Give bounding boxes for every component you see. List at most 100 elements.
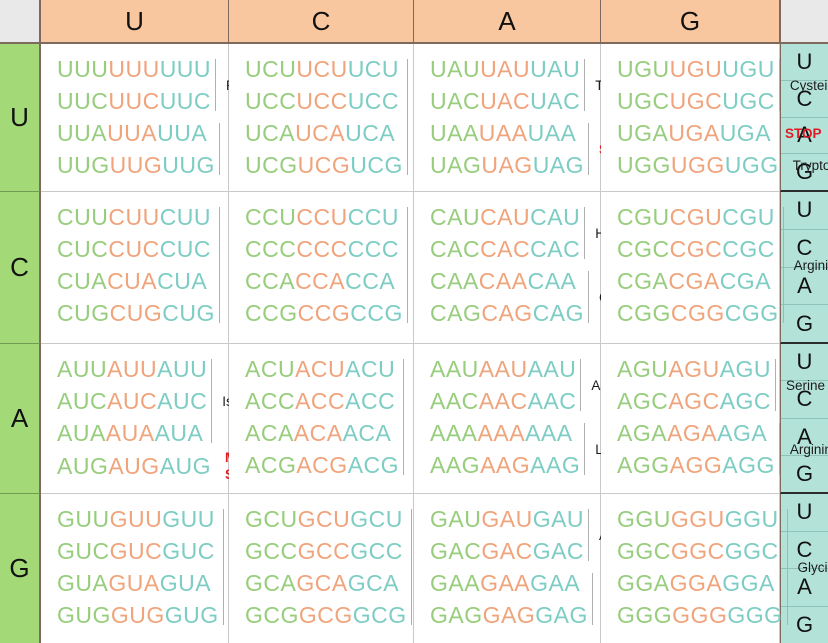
codon: CGCCGCCGC [617,233,779,265]
codon: GGAGGAGGA [617,567,783,599]
codon-base-2: ACU [295,356,346,382]
codon-cell-aa: AAUAAUAAUAACAACAACAsparagineAAAAAAAAAAAG… [414,344,660,494]
codon-base-1: GCG [245,602,299,628]
codon-base-2: GAA [480,570,531,596]
codon: AAGAAGAAG [430,449,580,481]
codon-base-3: UGU [722,56,775,82]
row-header-g: G [0,494,41,643]
codon: ACGACGACG [245,449,399,481]
codon-base-2: GGA [669,570,723,596]
codon: AUUAUUAUU [57,353,207,385]
group-bracket [584,59,586,111]
codon-base-1: AUG [57,453,109,479]
third-base-column: UCAG [780,344,828,494]
codon-base-2: AUU [107,356,158,382]
codon-base-3: AAA [525,420,573,446]
codon: AGGAGGAGG [617,449,775,481]
codon-base-1: GUC [57,538,110,564]
codon-base-2: CCA [295,268,346,294]
codon-base-3: AUU [157,356,208,382]
codon-base-2: UCG [297,152,351,178]
codon-base-2: GUC [109,538,163,564]
codon-base-2: CGU [669,204,723,230]
codon: UUGUUGUUG [57,149,215,181]
codon-base-3: ACC [345,388,396,414]
codon-base-1: CCG [245,300,298,326]
group-bracket [588,271,590,323]
codon: GCUGCUGCU [245,503,407,535]
codon: CCUCCUCCU [245,201,403,233]
codon: AUGAUGAUG [57,450,211,482]
codon-base-3: CAC [530,236,581,262]
amino-acid-group: GAUGAUGAUGACGACGACAspartic acid [430,503,676,567]
codon-base-1: CCC [245,236,297,262]
group-bracket [406,207,408,323]
codon-base-2: AAC [478,388,528,414]
amino-acid-group-list: CCUCCUCCUCCCCCCCCCCCACCACCACCGCCGCCGProl… [245,201,460,329]
codon-stack: AGAAGAAGA AGGAGGAGG [617,417,779,481]
codon-stack: GAAGAAGAA GAGGAGGAG [430,567,592,631]
group-bracket [782,207,784,323]
codon-base-2: UCU [296,56,348,82]
codon-base-1: AGG [617,452,670,478]
codon-stack: UGUUGUUGU UGCUGCUGC [617,53,779,117]
codon-base-1: ACG [245,452,297,478]
codon-cell-uc: UCUUCUUCUUCCUCCUCCUCAUCAUCAUCGUCGUCGSeri… [229,44,457,192]
codon-base-3: GGC [724,538,779,564]
amino-acid-group: AGUAGUAGU AGCAGCAGC Serine [617,353,825,417]
genetic-code-table: UCAGUUUUUUUUUUUUCUUCUUCPhenylalanineUUAU… [0,0,828,643]
group-bracket [410,509,412,625]
codon-base-3: UUU [159,56,212,82]
codon-base-2: UUA [107,120,158,146]
codon-base-2: GAC [481,538,533,564]
codon-base-1: CUA [57,268,108,294]
codon-base-2: ACG [296,452,348,478]
codon-base-3: AUA [154,420,204,446]
codon-base-2: CGG [670,300,725,326]
table-corner-blank [0,0,41,44]
codon-base-3: UAA [527,120,577,146]
codon-base-2: GAG [482,602,536,628]
amino-acid-group: ACUACUACUACCACCACCACAACAACAACGACGACGThre… [245,353,475,481]
codon-stack: GCUGCUGCU GCCGCCGCC GCAGCAGCA GCGGCGGCG [245,503,411,631]
codon-base-1: GGA [617,570,670,596]
codon-base-2: CUA [107,268,158,294]
codon-stack: AAAAAAAAA AAGAAGAAG [430,417,584,481]
amino-acid-group: UUUUUUUUUUUCUUCUUCPhenylalanine [57,53,311,117]
amino-acid-group-list: CUUCUUCUUCUCCUCCUCCUACUACUACUGCUGCUGLeuc… [57,201,277,329]
codon-base-1: GGG [617,602,673,628]
third-base-cell-u: U [781,192,828,230]
codon-base-3: CAU [530,204,581,230]
codon-base-2: GAU [481,506,533,532]
codon-base-1: GAU [430,506,482,532]
codon-base-1: GCA [245,570,297,596]
codon-base-1: CUU [57,204,109,230]
codon: CUGCUGCUG [57,297,215,329]
amino-acid-group: CGUCGUCGU CGCCGCCGC CGACGACGA CGGCGGCGG Argi… [617,201,828,329]
codon: UGCUGCUGC [617,85,775,117]
codon: UCUUCUUCU [245,53,403,85]
amino-acid-label: Cysteine [789,77,828,93]
amino-acid-label: Glycine [797,559,828,575]
codon-base-2: UAG [481,152,533,178]
codon-base-2: AUC [107,388,158,414]
codon: GACGACGAC [430,535,584,567]
group-bracket [584,423,586,475]
codon-base-1: UAA [430,120,479,146]
codon-base-1: UUA [57,120,108,146]
codon-base-3: UCA [345,120,396,146]
group-bracket [580,359,582,411]
codon-base-3: CGG [724,300,779,326]
codon-base-3: CCU [347,204,400,230]
codon-base-2: CCG [297,300,351,326]
codon-base-2: GCU [297,506,351,532]
codon: GUGGUGGUG [57,599,219,631]
codon-base-2: CAU [480,204,531,230]
group-bracket [786,509,788,625]
codon-base-1: CGC [617,236,670,262]
codon-base-1: CGA [617,268,669,294]
codon-base-3: UUA [157,120,208,146]
group-bracket [406,59,408,175]
codon: ACUACUACU [245,353,399,385]
codon-cell-cu: CUUCUUCUUCUCCUCCUCCUACUACUACUGCUGCUGLeuc… [41,192,277,344]
